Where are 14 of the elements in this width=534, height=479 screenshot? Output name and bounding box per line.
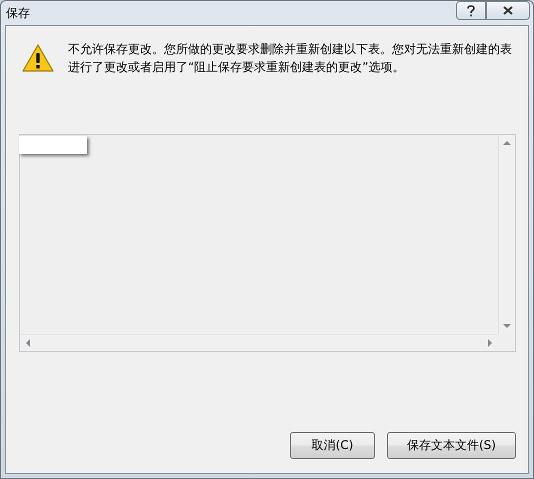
scroll-right-icon[interactable] <box>488 339 492 347</box>
warning-icon <box>22 44 54 72</box>
help-button[interactable] <box>456 1 486 20</box>
close-button[interactable] <box>486 1 530 20</box>
list-item <box>19 136 87 154</box>
window-title: 保存 <box>6 5 30 22</box>
scroll-up-icon[interactable] <box>503 141 511 145</box>
help-icon <box>467 4 475 16</box>
cancel-button[interactable]: 取消(C) <box>290 432 375 459</box>
save-text-file-button[interactable]: 保存文本文件(S) <box>387 432 516 459</box>
error-message: 不允许保存更改。您所做的更改要求删除并重新创建以下表。您对无法重新创建的表进行了更改或者启用了“阻止保存要求重新创建表的更改”选项。 <box>68 41 513 76</box>
scroll-left-icon[interactable] <box>26 339 30 347</box>
close-icon <box>503 6 513 15</box>
scroll-down-icon[interactable] <box>503 324 511 328</box>
